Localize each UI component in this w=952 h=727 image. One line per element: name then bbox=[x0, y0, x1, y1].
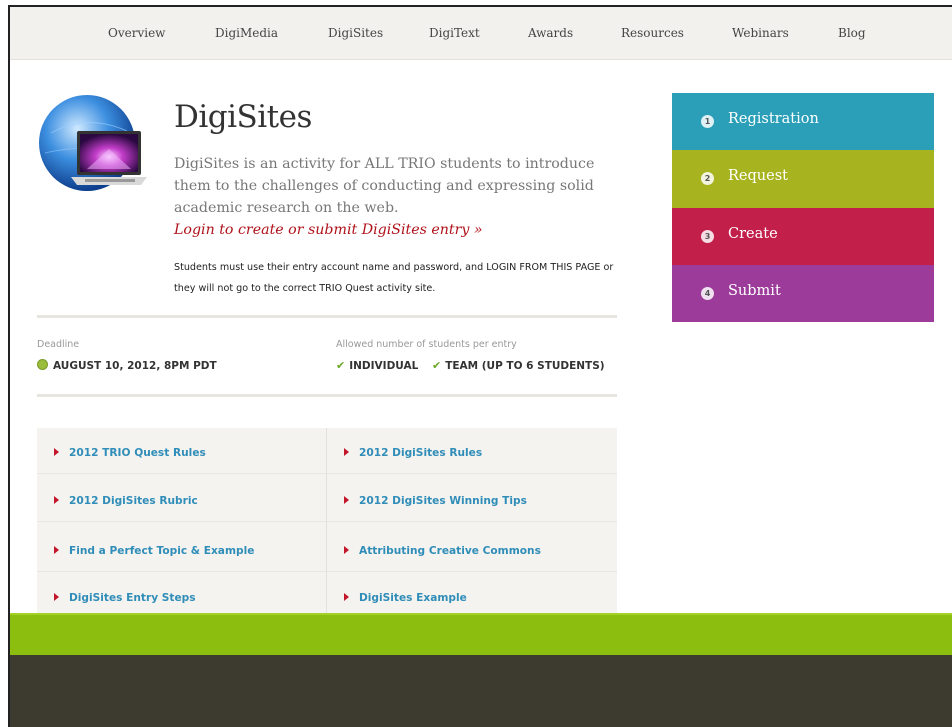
column-divider bbox=[326, 428, 327, 618]
globe-laptop-icon bbox=[35, 93, 155, 213]
link-label: DigiSites Entry Steps bbox=[69, 592, 196, 604]
step-label: Registration bbox=[728, 111, 819, 127]
step-label: Submit bbox=[728, 282, 781, 299]
nav-overview[interactable]: Overview bbox=[108, 26, 165, 40]
link-label: 2012 DigiSites Rubric bbox=[69, 495, 198, 507]
link-digisites-rules[interactable]: 2012 DigiSites Rules bbox=[344, 447, 482, 459]
nav-blog[interactable]: Blog bbox=[838, 26, 866, 40]
arrow-right-icon bbox=[344, 448, 349, 456]
link-digisites-example[interactable]: DigiSites Example bbox=[344, 592, 467, 604]
activity-description: DigiSites is an activity for ALL TRIO st… bbox=[174, 156, 595, 216]
arrow-right-icon bbox=[344, 593, 349, 601]
step-number-badge: 1 bbox=[701, 115, 714, 128]
link-entry-steps[interactable]: DigiSites Entry Steps bbox=[54, 592, 196, 604]
arrow-right-icon bbox=[54, 496, 59, 504]
arrow-right-icon bbox=[344, 496, 349, 504]
row-divider bbox=[37, 571, 617, 572]
footer-green-band bbox=[10, 613, 952, 657]
step-create[interactable]: 3 Create bbox=[672, 207, 934, 265]
link-label: Attributing Creative Commons bbox=[359, 545, 541, 557]
check-icon: ✔ bbox=[431, 359, 442, 372]
check-icon: ✔ bbox=[336, 359, 346, 372]
link-winning-tips[interactable]: 2012 DigiSites Winning Tips bbox=[344, 495, 527, 507]
footer-dark-band bbox=[10, 655, 952, 727]
link-label: 2012 DigiSites Winning Tips bbox=[359, 495, 527, 507]
arrow-right-icon bbox=[54, 448, 59, 456]
top-nav: Overview DigiMedia DigiSites DigiText Aw… bbox=[10, 7, 952, 60]
nav-digitext[interactable]: DigiText bbox=[429, 26, 480, 40]
link-label: DigiSites Example bbox=[359, 592, 467, 604]
divider-bottom bbox=[37, 394, 617, 397]
nav-digisites[interactable]: DigiSites bbox=[328, 26, 383, 40]
login-link[interactable]: Login to create or submit DigiSites entr… bbox=[174, 222, 483, 238]
row-divider bbox=[37, 473, 617, 474]
divider-top bbox=[37, 315, 617, 318]
arrow-right-icon bbox=[54, 546, 59, 554]
option-individual: INDIVIDUAL bbox=[349, 360, 419, 372]
step-number-badge: 3 bbox=[701, 229, 714, 243]
page-frame: Overview DigiMedia DigiSites DigiText Aw… bbox=[8, 5, 952, 727]
link-trio-quest-rules[interactable]: 2012 TRIO Quest Rules bbox=[54, 447, 206, 459]
link-label: Find a Perfect Topic & Example bbox=[69, 545, 255, 557]
nav-awards[interactable]: Awards bbox=[528, 26, 573, 40]
step-number-badge: 4 bbox=[701, 286, 714, 300]
link-creative-commons[interactable]: Attributing Creative Commons bbox=[344, 545, 541, 557]
nav-webinars[interactable]: Webinars bbox=[732, 26, 789, 40]
allowed-label: Allowed number of students per entry bbox=[336, 339, 517, 350]
link-label: 2012 DigiSites Rules bbox=[359, 447, 483, 459]
link-perfect-topic[interactable]: Find a Perfect Topic & Example bbox=[54, 545, 254, 557]
step-label: Create bbox=[728, 225, 778, 242]
entry-steps-panel: 1 Registration 2 Request 3 Create 4 Subm… bbox=[672, 93, 934, 322]
nav-digimedia[interactable]: DigiMedia bbox=[215, 26, 278, 40]
deadline-value: AUGUST 10, 2012, 8PM PDT bbox=[37, 359, 217, 372]
allowed-options: ✔ INDIVIDUAL ✔ TEAM (UP TO 6 STUDENTS) bbox=[336, 359, 605, 372]
page-title: DigiSites bbox=[174, 99, 312, 135]
arrow-right-icon bbox=[344, 546, 349, 554]
step-label: Request bbox=[728, 168, 788, 185]
clock-icon bbox=[37, 359, 48, 370]
option-team: TEAM (UP TO 6 STUDENTS) bbox=[445, 360, 605, 372]
nav-resources[interactable]: Resources bbox=[621, 26, 684, 40]
step-request[interactable]: 2 Request bbox=[672, 150, 934, 208]
row-divider bbox=[37, 521, 617, 522]
login-note: Students must use their entry account na… bbox=[174, 262, 614, 294]
arrow-right-icon bbox=[54, 593, 59, 601]
deadline-label: Deadline bbox=[37, 339, 80, 350]
step-submit[interactable]: 4 Submit bbox=[672, 264, 934, 322]
link-digisites-rubric[interactable]: 2012 DigiSites Rubric bbox=[54, 495, 198, 507]
resource-links: 2012 TRIO Quest Rules 2012 DigiSites Rub… bbox=[37, 428, 617, 618]
deadline-text: AUGUST 10, 2012, 8PM PDT bbox=[53, 360, 217, 372]
step-registration[interactable]: 1 Registration bbox=[672, 93, 934, 151]
step-number-badge: 2 bbox=[701, 172, 714, 186]
link-label: 2012 TRIO Quest Rules bbox=[69, 447, 206, 459]
